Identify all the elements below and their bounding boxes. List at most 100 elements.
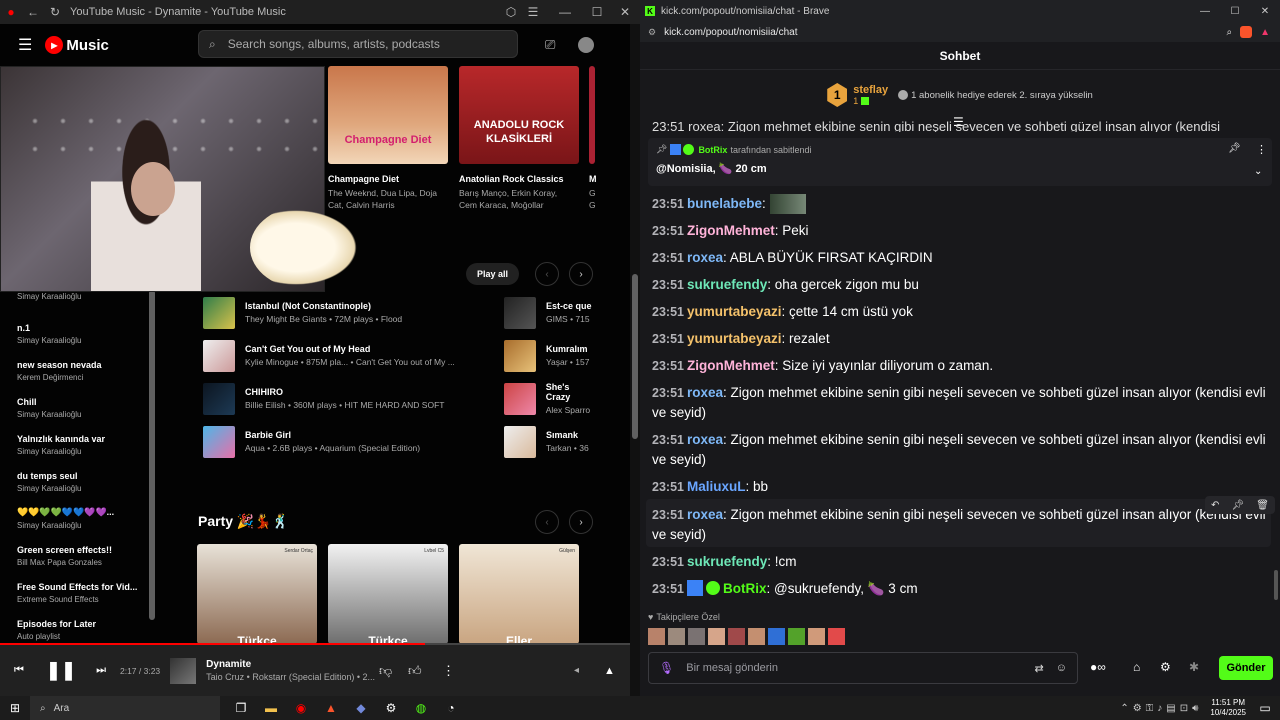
url-text[interactable]: kick.com/popout/nomisiia/chat [664,27,797,38]
party-card[interactable]: Gülşen Eller [459,544,579,644]
message-user[interactable]: yumurtabeyazi [687,331,782,346]
sidebar-item[interactable]: new season nevada Kerem Değirmenci [0,352,158,389]
message-user[interactable]: ZigonMehmet [687,223,775,238]
song-row[interactable]: She's Crazy Alex Sparro [504,377,596,420]
chat-message[interactable]: 23:51 sukruefendy: !cm [652,552,1267,572]
chevron-down-icon[interactable]: ⌄ [1254,166,1262,177]
previous-icon[interactable]: ⏮ [14,664,24,677]
emote[interactable] [808,628,825,645]
tray-icons[interactable]: ⌃⚙⚿♪▤⊡🔊︎ [1120,703,1202,714]
minimize-icon[interactable]: — [1190,6,1220,17]
volume-toggle-icon[interactable]: ◂ [574,665,579,676]
message-user[interactable]: ZigonMehmet [687,358,775,373]
sidebar-scrollbar[interactable] [149,290,155,620]
message-user[interactable]: roxea [687,507,723,522]
song-row[interactable]: Can't Get You out of My Head Kylie Minogu… [203,334,493,377]
sidebar-item[interactable]: du temps seul Simay Karaalioğlu [0,463,158,500]
play-all-button[interactable]: Play all [466,263,519,285]
send-button[interactable]: Gönder [1219,656,1273,680]
cast-icon[interactable]: ⎚ [545,37,555,53]
delete-icon[interactable]: 🗑︎ [1256,500,1269,511]
search-input[interactable]: ⌕ Search songs, albums, artists, podcast… [198,30,518,58]
emote[interactable] [668,628,685,645]
emote[interactable] [648,628,665,645]
emote[interactable] [688,628,705,645]
card-art-champagne[interactable]: Champagne Diet [328,66,448,164]
menu-icon[interactable]: ☰ [522,5,544,19]
message-user[interactable]: bunelabebe [687,196,762,211]
message-user[interactable]: sukruefendy [687,554,767,569]
song-row[interactable]: Kumralım Yaşar • 157 [504,334,596,377]
sidebar-item[interactable]: Green screen effects!! Bill Max Papa Gonz… [0,537,158,574]
close-icon[interactable]: ✕ [1250,6,1280,17]
maximize-icon[interactable]: ☐ [586,5,608,19]
reload-icon[interactable]: ↻ [44,5,66,19]
card-partial[interactable]: M G G [589,174,597,211]
card-art-partial[interactable] [589,66,595,164]
windows-start-icon[interactable]: ⊞ [0,696,30,720]
gifter-info[interactable]: steflay 1 [853,84,888,106]
chat-message[interactable]: 23:51 yumurtabeyazi: çette 14 cm üstü yok [652,302,1267,322]
address-bar[interactable]: ⚙ kick.com/popout/nomisiia/chat ⌕ ▲ [640,22,1280,42]
sidebar-item[interactable]: 💛💛💚💚💙💙💜💜... Simay Karaalioğlu [0,500,158,537]
message-user[interactable]: sukruefendy [687,277,767,292]
site-settings-icon[interactable]: ⚙ [648,27,656,38]
sidebar-item[interactable]: Yalnızlık kanında var Simay Karaalioğlu [0,426,158,463]
dislike-icon[interactable]: 👎︎ [379,663,392,679]
card-anatolian[interactable]: Anatolian Rock Classics Barış Manço, Erk… [459,174,584,211]
youtube-music-taskbar-icon[interactable]: ◉ [286,696,316,720]
sidebar-item[interactable]: Chill Simay Karaalioğlu [0,389,158,426]
points-icon[interactable]: ●∞ [1090,660,1106,674]
pinned-more-icon[interactable]: ⋮ [1256,143,1267,156]
emote[interactable] [828,628,845,645]
avatar[interactable] [578,37,594,53]
badge-icon[interactable]: ✱ [1189,660,1199,674]
main-scrollbar-thumb[interactable] [632,274,638,439]
brave-taskbar-icon[interactable]: ▲ [316,696,346,720]
more-options-icon[interactable]: ⋮ [442,663,455,679]
now-playing-thumb[interactable] [170,657,197,684]
discord-taskbar-icon[interactable]: ◆ [346,696,376,720]
emoji-icon[interactable]: ☺ [1056,662,1067,674]
pause-icon[interactable]: ❚❚ [46,660,76,681]
sidebar-item[interactable]: Episodes for Later Auto playlist [0,611,158,645]
taskbar-search[interactable]: ⌕ Ara [30,696,220,720]
message-user[interactable]: MaliuxuL [687,479,746,494]
emote[interactable] [728,628,745,645]
carousel-next-button[interactable]: › [569,262,593,286]
message-user[interactable]: roxea [687,432,723,447]
party-card[interactable]: Serdar Ortaç Türkçe [197,544,317,644]
back-icon[interactable]: ← [22,5,44,19]
party-card[interactable]: Lvbel C5 Türkçe [328,544,448,644]
unpin-icon[interactable]: 📌︎ [1228,143,1241,154]
message-user[interactable]: roxea [687,250,723,265]
expand-player-icon[interactable]: ▲ [604,665,615,677]
brave-rewards-icon[interactable]: ▲ [1260,27,1270,38]
card-art-anatolian[interactable]: ANADOLU ROCK KLASİKLERİ [459,66,579,164]
mic-icon[interactable]: 🎙︎ [659,661,674,675]
card-champagne[interactable]: Champagne Diet The Weeknd, Dua Lipa, Doj… [328,174,453,211]
pin-message-icon[interactable]: 📌︎ [1231,500,1244,511]
emote[interactable] [708,628,725,645]
task-view-icon[interactable]: ❐ [226,696,256,720]
emote[interactable] [768,628,785,645]
message-user[interactable]: roxea [687,385,723,400]
chat-message[interactable]: 23:51 ZigonMehmet: Size iyi yayınlar dili… [652,356,1267,376]
translate-icon[interactable]: ⇄ [1035,662,1044,675]
maximize-icon[interactable]: ☐ [1220,6,1250,17]
sidebar-item[interactable]: n.1 Simay Karaalioğlu [0,315,158,352]
chat-message[interactable]: 23:51 roxea: Zigon mehmet ekibine senin g… [652,383,1267,423]
main-scrollbar[interactable] [630,24,640,696]
chat-message[interactable]: 23:51 MaliuxuL: bb [652,477,1267,497]
chat-message[interactable]: 23:51 BotRix: @sukruefendy, 🍆 3 cm [652,579,1267,599]
emote[interactable] [748,628,765,645]
chat-message[interactable]: 23:51 roxea: Zigon mehmet ekibine senin g… [652,430,1267,470]
yt-music-logo[interactable]: ▶ Music [42,36,109,54]
chat-scrollbar[interactable] [1274,570,1278,600]
pinned-message[interactable]: 📌︎ BotRix tarafından sabitlendi @Nomisii… [648,138,1272,186]
chat-message-input[interactable]: 🎙︎ Bir mesaj gönderin ⇄ ☺ [648,652,1078,684]
reply-icon[interactable]: ↶ [1211,500,1219,511]
carousel-prev-button[interactable]: ‹ [535,262,559,286]
close-icon[interactable]: ✕ [614,5,636,19]
message-user[interactable]: BotRix [723,581,767,596]
